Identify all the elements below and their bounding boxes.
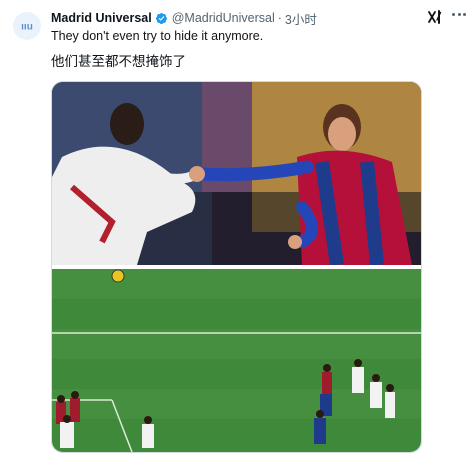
svg-text:ııu: ııu [21,22,33,33]
media-photo-top[interactable] [52,82,421,267]
verified-badge-icon [155,12,168,25]
author-handle[interactable]: @MadridUniversal [172,11,275,25]
separator-dot: · [277,11,282,25]
grok-icon[interactable] [427,9,443,25]
author-name[interactable]: Madrid Universal [51,11,152,25]
tweet-text: They don't even try to hide it anymore. [51,29,264,43]
more-options-icon[interactable] [452,11,466,17]
media-photo-bottom[interactable] [52,269,421,452]
author-avatar[interactable]: ııu [13,12,41,40]
tweet-translation: 他们甚至都不想掩饰了 [51,54,186,69]
tweet-header: Madrid Universal @MadridUniversal · 3小时 [51,9,437,27]
tweet-media[interactable] [51,81,422,453]
tweet-time[interactable]: 3小时 [285,9,317,28]
tweet-card[interactable]: ııu Madrid Universal @MadridUniversal · … [0,0,473,453]
madrid-universal-logo: ııu [13,12,41,40]
